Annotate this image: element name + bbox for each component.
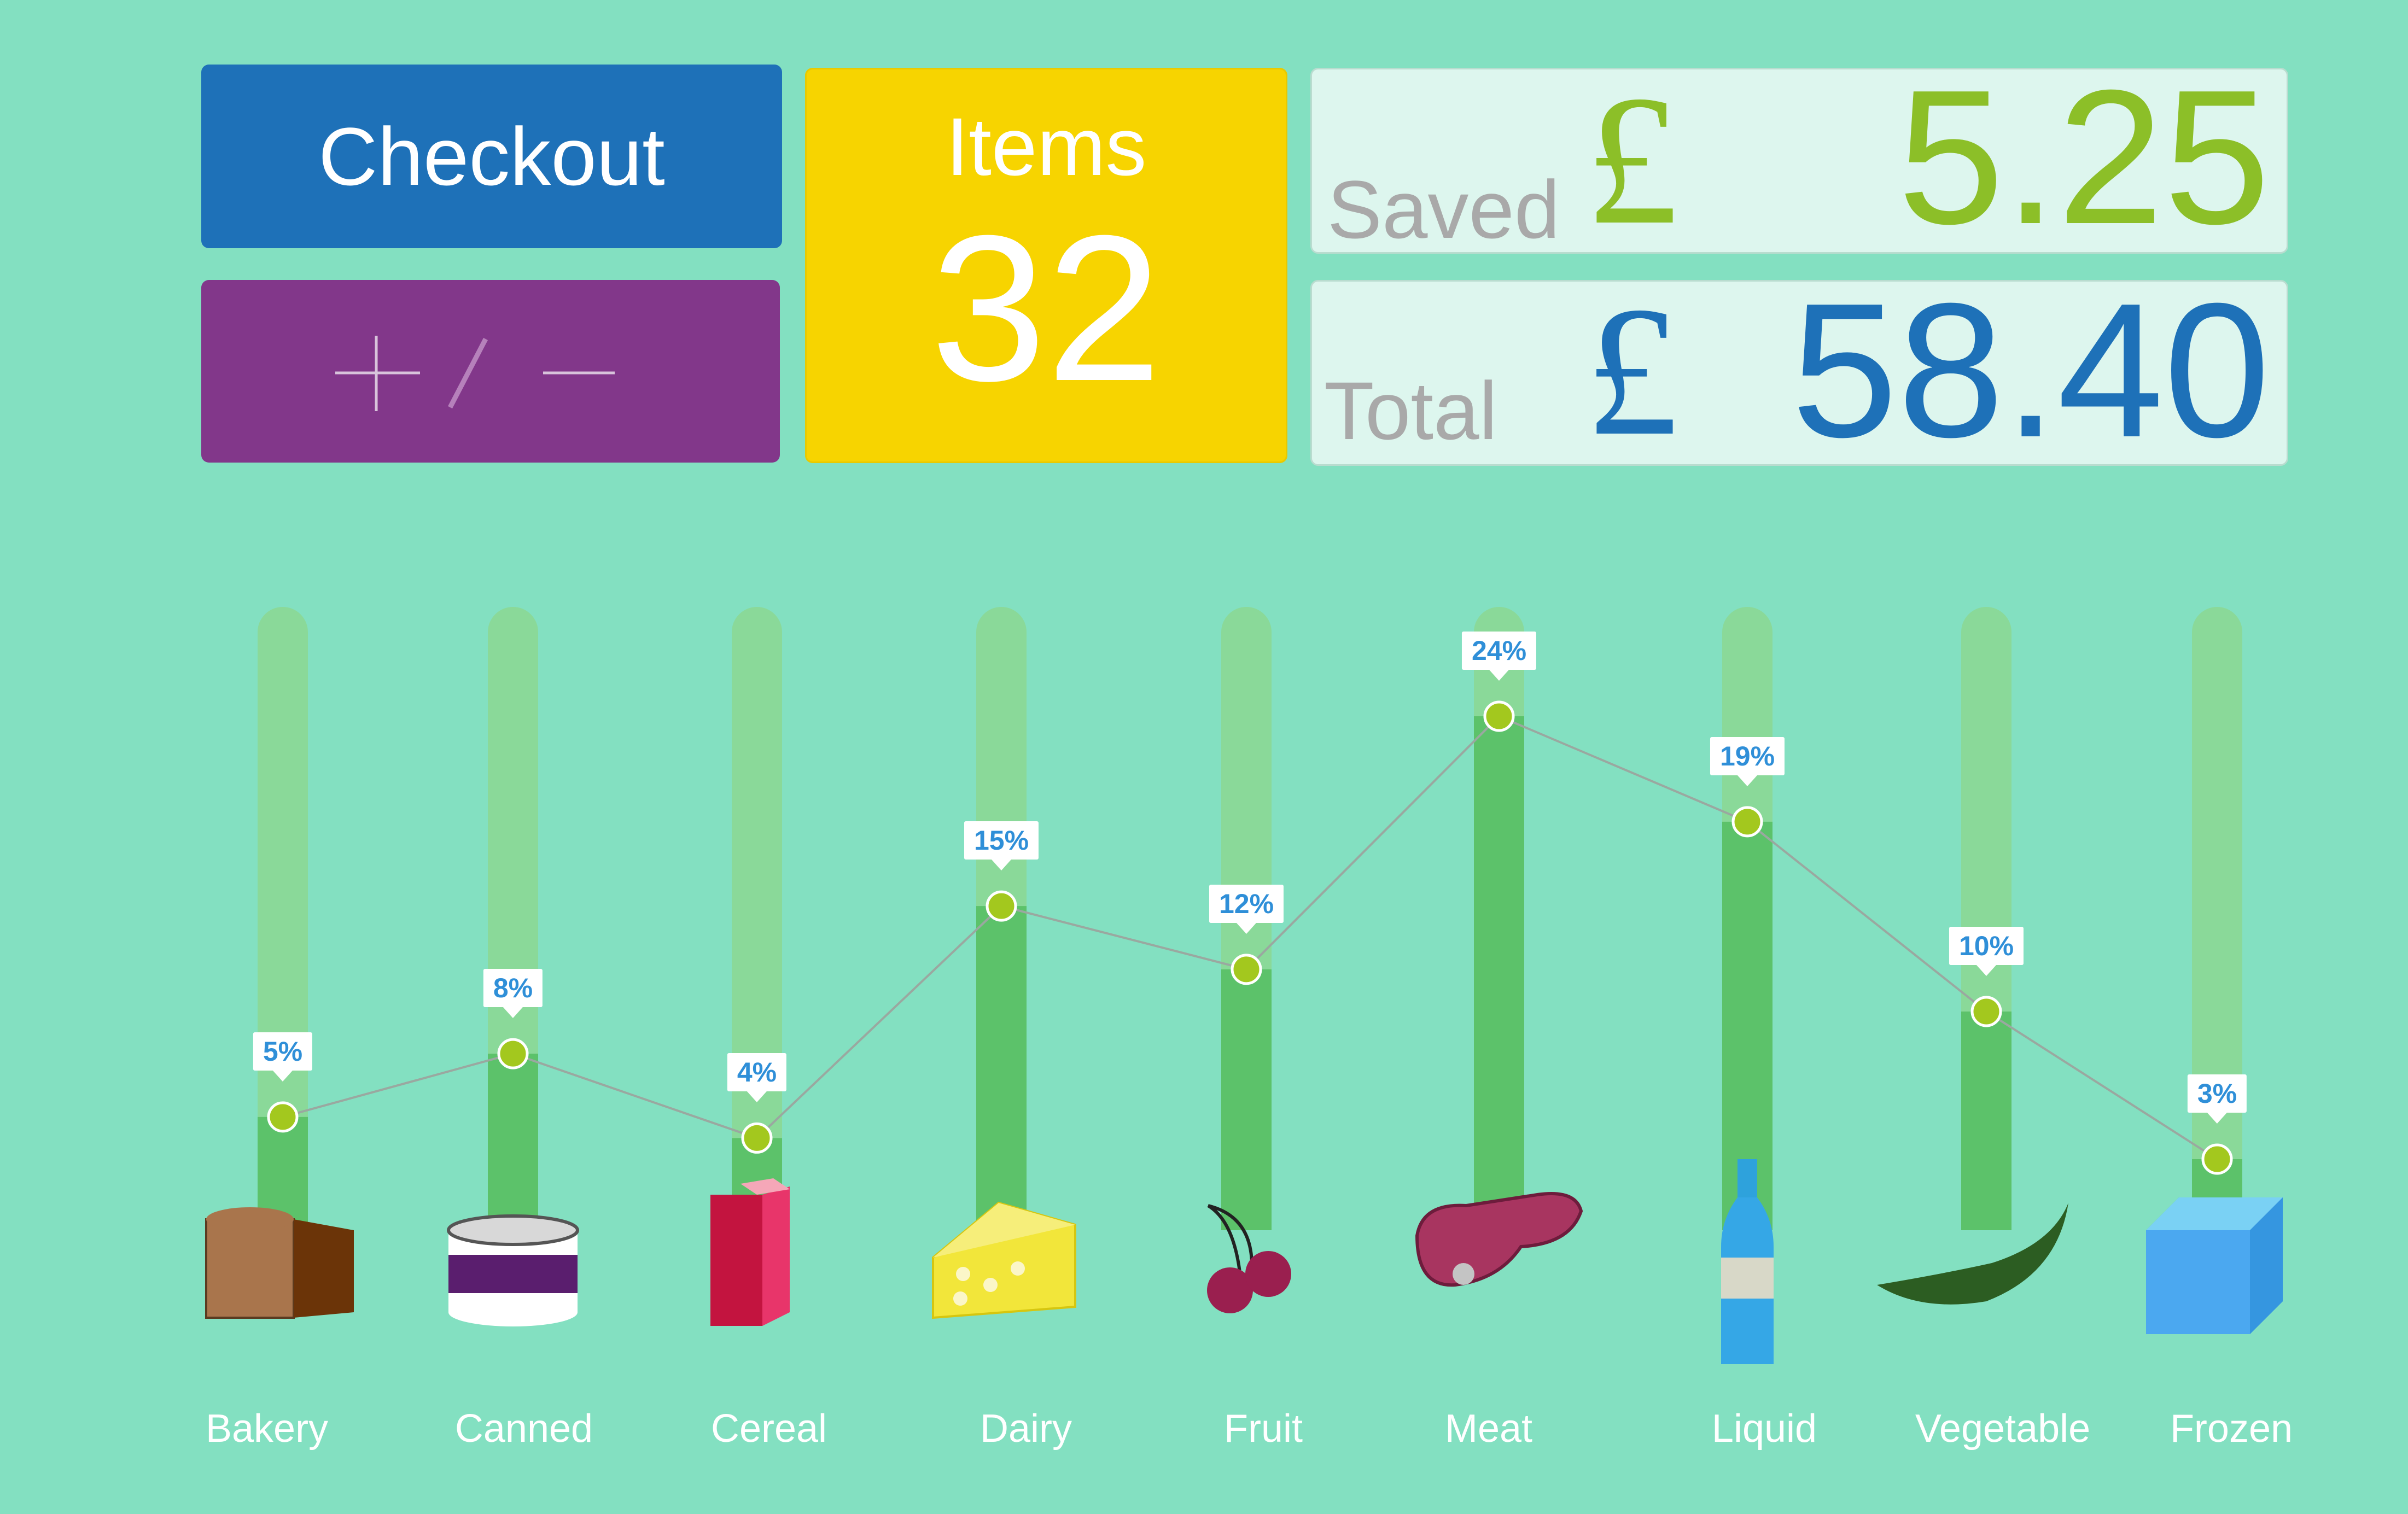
bar-track <box>2192 607 2242 1230</box>
bar-meat <box>1474 716 1524 1230</box>
value-label-cereal: 4% <box>727 1053 787 1103</box>
value-label-frozen: 3% <box>2187 1074 2247 1124</box>
cereal-box-icon <box>710 1178 790 1326</box>
value-label-liquid: 19% <box>1710 736 1785 786</box>
category-label-meat: Meat <box>1444 1407 1533 1451</box>
bar-fruit <box>1221 969 1272 1230</box>
category-spend-chart <box>205 607 2283 1364</box>
category-label-canned: Canned <box>454 1407 593 1451</box>
data-point-fruit <box>1231 954 1262 985</box>
value-label-bakery: 5% <box>253 1032 313 1082</box>
category-label-cereal: Cereal <box>710 1407 827 1451</box>
category-label-bakery: Bakery <box>205 1407 329 1451</box>
bar-canned <box>488 1054 538 1230</box>
value-label-fruit: 12% <box>1209 884 1284 934</box>
value-label-meat: 24% <box>1461 632 1537 681</box>
data-point-frozen <box>2201 1143 2233 1175</box>
data-point-vegetable <box>1970 996 2002 1027</box>
steak-icon <box>1415 1192 1583 1287</box>
value-label-canned: 8% <box>483 969 543 1019</box>
bar-vegetable <box>1961 1012 2011 1230</box>
category-label-vegetable: Vegetable <box>1915 1407 2091 1451</box>
can-icon <box>447 1214 579 1326</box>
bread-icon <box>205 1207 354 1319</box>
cheese-icon <box>932 1201 1076 1319</box>
category-label-frozen: Frozen <box>2170 1407 2293 1451</box>
data-point-cereal <box>741 1122 773 1154</box>
value-label-vegetable: 10% <box>1949 927 2024 976</box>
category-label-fruit: Fruit <box>1224 1407 1303 1451</box>
category-label-liquid: Liquid <box>1711 1407 1817 1451</box>
data-point-canned <box>497 1038 529 1069</box>
bar-dairy <box>976 906 1027 1230</box>
ice-cube-icon <box>2146 1197 2283 1334</box>
data-point-dairy <box>986 890 1017 922</box>
data-point-liquid <box>1731 806 1763 838</box>
data-point-meat <box>1483 700 1515 732</box>
value-label-dairy: 15% <box>964 821 1039 871</box>
data-point-bakery <box>267 1101 299 1133</box>
category-label-dairy: Dairy <box>979 1407 1072 1451</box>
